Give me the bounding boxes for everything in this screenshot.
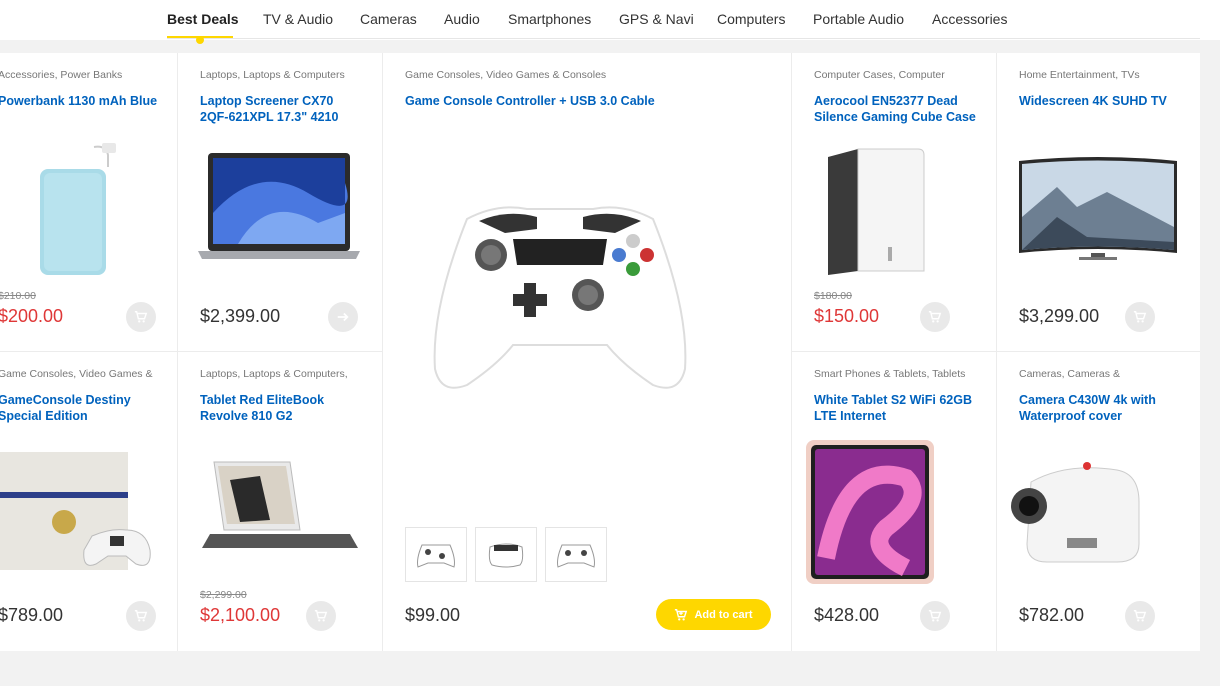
product-title[interactable]: Tablet Red EliteBook Revolve 810 G2 [200, 392, 365, 424]
product-price: $99.00 [405, 605, 461, 625]
product-title[interactable]: Aerocool EN52377 Dead Silence Gaming Cub… [814, 93, 984, 125]
product-title[interactable]: Laptop Screener CX70 2QF-621XPL 17.3" 42… [200, 93, 365, 125]
tab-accessories[interactable]: Accessories [932, 11, 1007, 27]
cart-icon [134, 311, 148, 323]
cart-icon [134, 610, 148, 622]
product-category[interactable]: Game Consoles, Video Games & [0, 368, 152, 380]
product-card[interactable]: Home Entertainment, TVs Widescreen 4K SU… [997, 53, 1200, 351]
sale-price: $200.00 [0, 306, 64, 326]
add-to-cart-button[interactable]: Add to cart [656, 599, 771, 630]
add-to-cart-button[interactable] [306, 601, 336, 631]
cart-icon [928, 311, 942, 323]
category-tabs-bar: Best Deals TV & Audio Cameras Audio Smar… [0, 0, 1220, 44]
action-camera-image[interactable] [1007, 452, 1147, 577]
product-title[interactable]: Widescreen 4K SUHD TV [1019, 93, 1189, 109]
product-category[interactable]: Laptops, Laptops & Computers, [200, 368, 348, 380]
original-price: $180.00 [814, 290, 852, 302]
tab-audio[interactable]: Audio [444, 11, 480, 27]
add-to-cart-button[interactable] [920, 302, 950, 332]
add-to-cart-button[interactable] [126, 601, 156, 631]
product-card[interactable]: Laptops, Laptops & Computers, Tablet Red… [178, 352, 382, 651]
tab-portable-audio[interactable]: Portable Audio [813, 11, 904, 27]
product-card[interactable]: Cameras, Cameras & Camera C430W 4k with … [997, 352, 1200, 651]
add-to-cart-button[interactable] [920, 601, 950, 631]
product-card[interactable]: Smart Phones & Tablets, Tablets White Ta… [792, 352, 996, 651]
add-to-cart-button[interactable] [126, 302, 156, 332]
sale-price: $2,100.00 [200, 605, 281, 625]
powerbank-image[interactable] [36, 139, 116, 284]
tab-smartphones[interactable]: Smartphones [508, 11, 591, 27]
product-card[interactable]: Computer Cases, Computer Aerocool EN5237… [792, 53, 996, 351]
featured-product-card[interactable]: Game Consoles, Video Games & Consoles Ga… [383, 53, 791, 651]
game-console-image[interactable] [0, 450, 156, 579]
thumbnail-controller-front[interactable] [405, 527, 467, 582]
product-category[interactable]: Smart Phones & Tablets, Tablets [814, 368, 965, 380]
product-price: $789.00 [0, 605, 64, 625]
product-title[interactable]: Camera C430W 4k with Waterproof cover [1019, 392, 1189, 424]
product-card[interactable]: Laptops, Laptops & Computers Laptop Scre… [178, 53, 382, 351]
view-product-button[interactable] [328, 302, 358, 332]
laptop-image[interactable] [198, 153, 360, 270]
cart-icon [1133, 610, 1147, 622]
tablet-image[interactable] [806, 438, 936, 589]
cart-icon [1133, 311, 1147, 323]
tab-best-deals[interactable]: Best Deals [167, 11, 239, 27]
product-price: $428.00 [814, 605, 880, 625]
product-title[interactable]: GameConsole Destiny Special Edition [0, 392, 168, 424]
add-to-cart-button[interactable] [1125, 302, 1155, 332]
tablet-keyboard-image[interactable] [200, 460, 360, 557]
thumbnail-controller-top[interactable] [475, 527, 537, 582]
tv-image[interactable] [1017, 157, 1179, 266]
product-card[interactable]: Accessories, Power Banks Powerbank 1130 … [0, 53, 177, 351]
original-price: $2,299.00 [200, 589, 247, 601]
product-category[interactable]: Laptops, Laptops & Computers [200, 69, 345, 81]
product-card[interactable]: Game Consoles, Video Games & GameConsole… [0, 352, 177, 651]
tab-gps-navi[interactable]: GPS & Navi [619, 11, 694, 27]
product-price: $2,399.00 [200, 306, 281, 326]
arrow-right-icon [337, 312, 349, 322]
sale-price: $150.00 [814, 306, 880, 326]
controller-thumb-icon [557, 544, 595, 568]
product-price: $782.00 [1019, 605, 1085, 625]
active-tab-indicator [196, 36, 204, 44]
product-price: $3,299.00 [1019, 306, 1100, 326]
tab-computers[interactable]: Computers [717, 11, 785, 27]
original-price: $210.00 [0, 290, 36, 302]
tab-tv-audio[interactable]: TV & Audio [263, 11, 333, 27]
product-title[interactable]: White Tablet S2 WiFi 62GB LTE Internet [814, 392, 984, 424]
add-to-cart-button[interactable] [1125, 601, 1155, 631]
product-grid: Accessories, Power Banks Powerbank 1130 … [0, 53, 1200, 651]
controller-thumb-icon [488, 543, 524, 567]
product-category[interactable]: Computer Cases, Computer [814, 69, 945, 81]
product-title[interactable]: Powerbank 1130 mAh Blue [0, 93, 168, 109]
tab-cameras[interactable]: Cameras [360, 11, 417, 27]
computer-case-image[interactable] [814, 147, 928, 282]
product-category[interactable]: Cameras, Cameras & [1019, 368, 1120, 380]
add-to-cart-label: Add to cart [694, 608, 753, 621]
cart-icon [675, 608, 688, 621]
cart-icon [928, 610, 942, 622]
controller-image[interactable] [427, 199, 693, 400]
product-category[interactable]: Home Entertainment, TVs [1019, 69, 1140, 81]
product-category[interactable]: Game Consoles, Video Games & Consoles [405, 69, 606, 81]
controller-thumb-icon [417, 544, 455, 568]
cart-icon [314, 610, 328, 622]
tabs-divider [167, 38, 1200, 39]
thumbnail-controller-angle[interactable] [545, 527, 607, 582]
product-title[interactable]: Game Console Controller + USB 3.0 Cable [405, 93, 735, 109]
product-category[interactable]: Accessories, Power Banks [0, 69, 122, 81]
